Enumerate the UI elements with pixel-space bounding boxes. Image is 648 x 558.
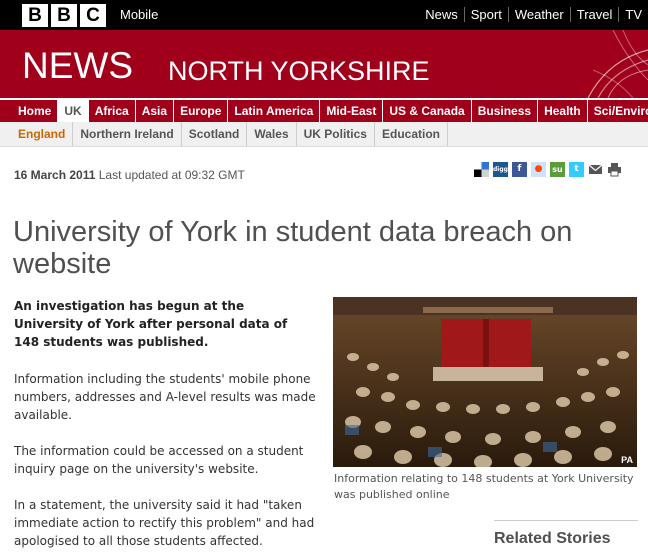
region-title: NORTH YORKSHIRE	[168, 56, 430, 86]
stumbleupon-icon[interactable]: su	[550, 162, 565, 177]
top-link-sport[interactable]: Sport	[463, 7, 508, 22]
subnav-item-scotland[interactable]: Scotland	[182, 122, 248, 146]
top-link-news[interactable]: News	[419, 7, 464, 22]
facebook-icon[interactable]: f	[512, 162, 527, 177]
nav-item-uk[interactable]: UK	[58, 100, 89, 122]
nav-item-asia[interactable]: Asia	[135, 100, 175, 122]
article-headline: University of York in student data breac…	[13, 216, 573, 280]
nav-item-sci-environment[interactable]: Sci/Environment	[587, 100, 648, 122]
email-icon[interactable]	[588, 162, 603, 177]
bbc-logo-letter: B	[51, 4, 77, 27]
nav-item-business[interactable]: Business	[471, 100, 539, 122]
subnav-item-uk-politics[interactable]: UK Politics	[297, 122, 375, 146]
bbc-logo[interactable]: B B C	[22, 4, 106, 27]
digg-icon[interactable]: digg	[493, 162, 508, 177]
mobile-label: Mobile	[120, 7, 159, 22]
related-stories-heading: Related Stories	[494, 530, 611, 547]
nav-item-europe[interactable]: Europe	[174, 100, 229, 122]
subnav-item-education[interactable]: Education	[375, 122, 448, 146]
reddit-icon[interactable]: ●	[531, 162, 546, 177]
secondary-nav: England Northern Ireland Scotland Wales …	[0, 122, 648, 147]
article-paragraph: In a statement, the university said it h…	[14, 498, 315, 548]
delicious-icon[interactable]	[474, 162, 489, 177]
subnav-item-northern-ireland[interactable]: Northern Ireland	[73, 122, 182, 146]
nav-item-latin-america[interactable]: Latin America	[228, 100, 321, 122]
subnav-item-wales[interactable]: Wales	[247, 122, 297, 146]
photo-credit: PA	[621, 455, 633, 465]
article-date: 16 March 2011	[14, 168, 96, 182]
photo-caption: Information relating to 148 students at …	[334, 472, 634, 501]
top-link-tv[interactable]: TV	[618, 7, 648, 22]
print-icon[interactable]	[607, 162, 622, 177]
article-dateline: 16 March 2011 Last updated at 09:32 GMT	[14, 168, 245, 182]
nav-item-us-canada[interactable]: US & Canada	[383, 100, 472, 122]
primary-nav: Home UK Africa Asia Europe Latin America…	[0, 98, 648, 122]
bbc-logo-letter: B	[22, 4, 48, 27]
nav-item-africa[interactable]: Africa	[88, 100, 136, 122]
bbc-logo-letter: C	[80, 4, 106, 27]
masthead-swirl-graphic	[587, 30, 648, 98]
top-link-travel[interactable]: Travel	[569, 7, 619, 22]
article-paragraph: Information including the students' mobi…	[14, 372, 316, 422]
news-masthead: NEWS NORTH YORKSHIRE	[0, 30, 648, 98]
article-intro: An investigation has begun at the Univer…	[14, 299, 288, 349]
nav-item-health[interactable]: Health	[538, 100, 588, 122]
subnav-item-england[interactable]: England	[0, 122, 74, 146]
nav-item-home[interactable]: Home	[0, 100, 59, 122]
lecture-hall-photo: PA	[333, 297, 637, 467]
share-tools: digg f ● su t	[474, 162, 622, 177]
article-paragraph: The information could be accessed on a s…	[14, 444, 304, 476]
bbc-top-bar: B B C Mobile News Sport Weather Travel T…	[0, 0, 648, 30]
twitter-icon[interactable]: t	[569, 162, 584, 177]
top-links: News Sport Weather Travel TV	[419, 7, 648, 22]
top-link-weather[interactable]: Weather	[507, 7, 570, 22]
news-wordmark[interactable]: NEWS	[22, 45, 133, 87]
nav-item-mid-east[interactable]: Mid-East	[320, 100, 384, 122]
article-updated: Last updated at 09:32 GMT	[98, 168, 245, 182]
related-divider	[494, 520, 638, 521]
